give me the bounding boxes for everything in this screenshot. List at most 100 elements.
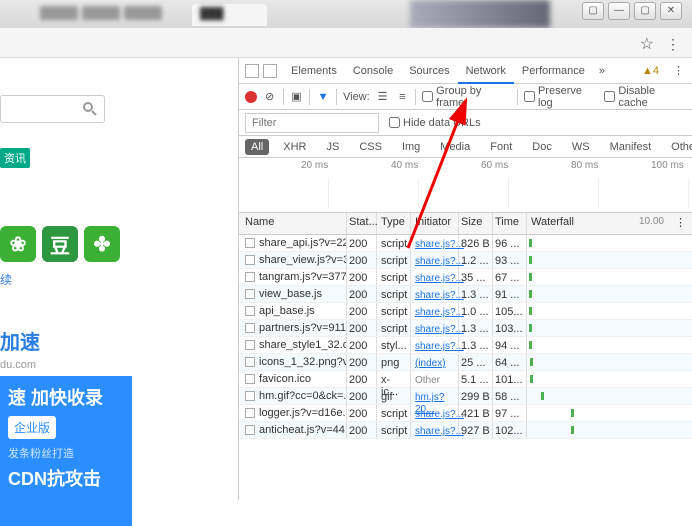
filter-icon[interactable]: ▼ (316, 90, 330, 104)
request-type: script (377, 422, 411, 438)
device-icon[interactable] (263, 64, 277, 78)
capture-icon[interactable]: ▣ (290, 90, 304, 104)
request-initiator[interactable]: hm.js?20... (411, 388, 459, 404)
type-filter-all[interactable]: All (245, 139, 269, 155)
promo1-sub: du.com (0, 359, 110, 371)
col-name-header[interactable]: Name (239, 213, 347, 234)
request-initiator[interactable]: share.js?... (411, 235, 459, 251)
request-waterfall (527, 422, 692, 438)
type-filter-manifest[interactable]: Manifest (604, 139, 658, 155)
view-large-icon[interactable]: ☰ (376, 90, 390, 104)
file-icon (245, 357, 255, 367)
news-badge[interactable]: 资讯 (0, 148, 30, 168)
devtools-menu-icon[interactable]: ⋮ (665, 64, 692, 77)
table-row[interactable]: logger.js?v=d16e...200scriptshare.js?...… (239, 405, 692, 422)
table-row[interactable]: partners.js?v=911...200scriptshare.js?..… (239, 320, 692, 337)
col-status-header[interactable]: Stat... (347, 213, 377, 234)
table-row[interactable]: share_view.js?v=3...200scriptshare.js?..… (239, 252, 692, 269)
maximize-button[interactable]: ▢ (634, 2, 656, 20)
tabs-overflow-icon[interactable]: » (593, 65, 611, 77)
user-icon[interactable]: ▢ (582, 2, 604, 20)
col-initiator-header[interactable]: Initiator (411, 213, 459, 234)
close-button[interactable]: ✕ (660, 2, 682, 20)
request-name: share_view.js?v=3... (259, 254, 347, 266)
request-initiator[interactable]: (index) (411, 354, 459, 370)
table-row[interactable]: share_api.js?v=22...200scriptshare.js?..… (239, 235, 692, 252)
browser-menu-icon[interactable]: ⋮ (666, 36, 680, 53)
file-icon (245, 272, 255, 282)
page-link[interactable]: 续 (0, 271, 12, 288)
table-row[interactable]: share_style1_32.css200styl...share.js?..… (239, 337, 692, 354)
table-row[interactable]: anticheat.js?v=44...200scriptshare.js?..… (239, 422, 692, 439)
type-filter-doc[interactable]: Doc (526, 139, 558, 155)
window-titlebar: ███ ▢ — ▢ ✕ (0, 0, 692, 28)
request-name: logger.js?v=d16e... (259, 407, 347, 419)
request-initiator[interactable]: share.js?... (411, 269, 459, 285)
type-filter-img[interactable]: Img (396, 139, 426, 155)
request-initiator[interactable]: Other (411, 371, 459, 387)
inspect-icon[interactable] (245, 64, 259, 78)
filter-input[interactable] (245, 113, 379, 133)
tab-sources[interactable]: Sources (401, 58, 457, 84)
hide-data-urls-checkbox[interactable]: Hide data URLs (389, 117, 481, 129)
type-filter-js[interactable]: JS (320, 139, 345, 155)
clover-icon[interactable]: ✤ (84, 226, 120, 262)
view-waterfall-icon[interactable]: ≡ (395, 90, 409, 104)
network-table-body: share_api.js?v=22...200scriptshare.js?..… (239, 235, 692, 439)
search-input[interactable] (0, 95, 105, 123)
clear-button[interactable]: ⊘ (263, 90, 277, 104)
promo-box-2[interactable]: 速 加快收录 企业版 发条粉丝打造 CDN抗攻击 (0, 376, 132, 526)
type-filter-font[interactable]: Font (484, 139, 518, 155)
table-row[interactable]: api_base.js200scriptshare.js?...1.0 ...1… (239, 303, 692, 320)
warning-count[interactable]: ▲4 (636, 65, 665, 77)
file-icon (245, 289, 255, 299)
group-by-frame-checkbox[interactable]: Group by frame (422, 85, 511, 109)
dock-controls[interactable] (239, 64, 283, 78)
request-time: 91 ... (493, 286, 527, 302)
tab-network[interactable]: Network (458, 58, 514, 84)
tab-performance[interactable]: Performance (514, 58, 593, 84)
type-filter-media[interactable]: Media (434, 139, 476, 155)
table-row[interactable]: hm.gif?cc=0&ck=...200gifhm.js?20...299 B… (239, 388, 692, 405)
request-status: 200 (347, 354, 377, 370)
browser-tab[interactable]: ███ (192, 4, 267, 26)
disable-cache-checkbox[interactable]: Disable cache (604, 85, 686, 109)
request-size: 299 B (459, 388, 493, 404)
request-initiator[interactable]: share.js?... (411, 303, 459, 319)
type-filter-ws[interactable]: WS (566, 139, 596, 155)
record-button[interactable] (245, 91, 257, 103)
request-initiator[interactable]: share.js?... (411, 422, 459, 438)
table-row[interactable]: tangram.js?v=377...200scriptshare.js?...… (239, 269, 692, 286)
timeline-overview[interactable]: 20 ms 40 ms 60 ms 80 ms 100 ms (239, 158, 692, 213)
request-initiator[interactable]: share.js?... (411, 252, 459, 268)
request-initiator[interactable]: share.js?... (411, 405, 459, 421)
douban-icon[interactable]: 豆 (42, 226, 78, 262)
request-type: gif (377, 388, 411, 404)
col-time-header[interactable]: Time (493, 213, 527, 234)
table-row[interactable]: icons_1_32.png?v...200png(index)25 ...64… (239, 354, 692, 371)
tab-elements[interactable]: Elements (283, 58, 345, 84)
col-waterfall-header[interactable]: Waterfall 10.00 ⋮ (527, 213, 692, 234)
resource-type-filter: All XHR JS CSS Img Media Font Doc WS Manifest Othe… (239, 136, 692, 158)
request-status: 200 (347, 286, 377, 302)
col-type-header[interactable]: Type (377, 213, 411, 234)
request-initiator[interactable]: share.js?... (411, 337, 459, 353)
request-initiator[interactable]: share.js?... (411, 286, 459, 302)
bookmark-star-icon[interactable]: ☆ (640, 34, 654, 54)
wechat-icon[interactable]: ❀ (0, 226, 36, 262)
devtools-tabs: Elements Console Sources Network Perform… (239, 58, 692, 84)
waterfall-menu-icon[interactable]: ⋮ (675, 216, 686, 229)
request-initiator[interactable]: share.js?... (411, 320, 459, 336)
col-size-header[interactable]: Size (459, 213, 493, 234)
file-icon (245, 374, 255, 384)
minimize-button[interactable]: — (608, 2, 630, 20)
tab-console[interactable]: Console (345, 58, 401, 84)
preserve-log-checkbox[interactable]: Preserve log (524, 85, 598, 109)
table-row[interactable]: view_base.js200scriptshare.js?...1.3 ...… (239, 286, 692, 303)
type-filter-css[interactable]: CSS (353, 139, 388, 155)
type-filter-xhr[interactable]: XHR (277, 139, 312, 155)
table-row[interactable]: favicon.ico200x-ic...Other5.1 ...101... (239, 371, 692, 388)
type-filter-other[interactable]: Other (665, 139, 692, 155)
request-waterfall (527, 286, 692, 302)
request-time: 58 ... (493, 388, 527, 404)
